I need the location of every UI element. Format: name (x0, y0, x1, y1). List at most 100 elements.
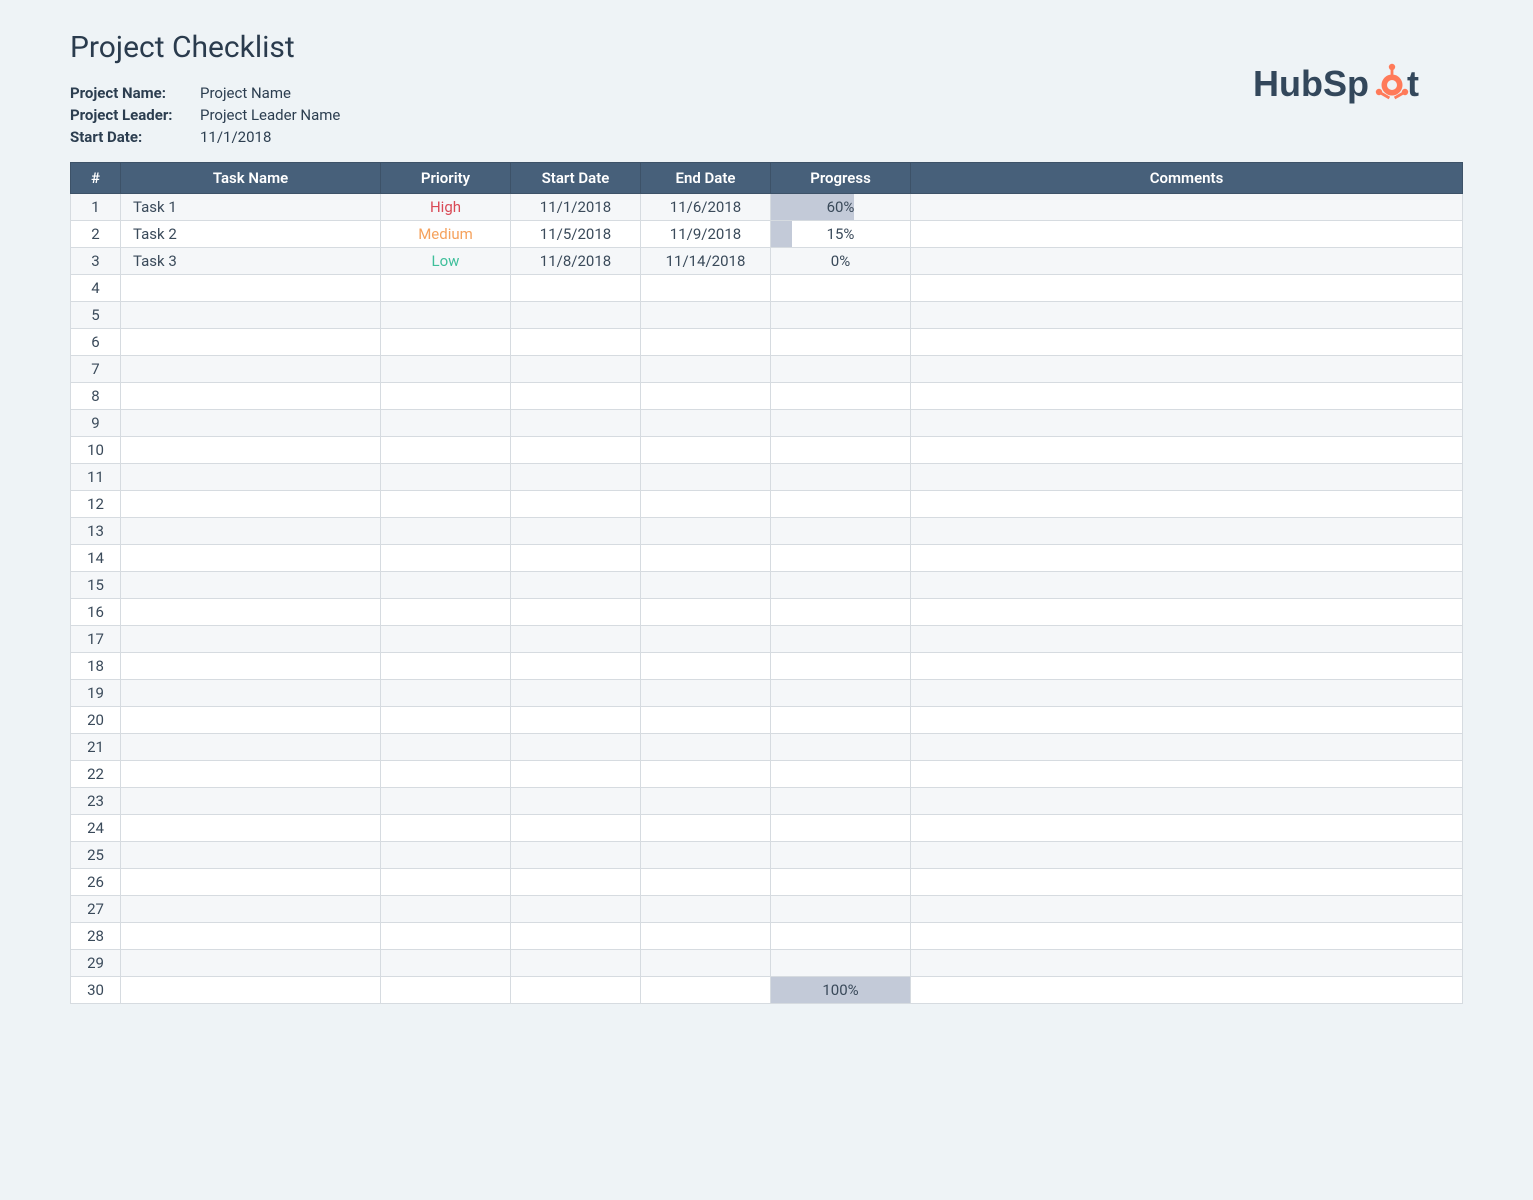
cell-start-date[interactable] (511, 329, 641, 356)
cell-task-name[interactable] (121, 869, 381, 896)
cell-task-name[interactable] (121, 734, 381, 761)
cell-task-name[interactable] (121, 275, 381, 302)
cell-end-date[interactable] (641, 842, 771, 869)
cell-end-date[interactable] (641, 491, 771, 518)
cell-start-date[interactable] (511, 653, 641, 680)
cell-comments[interactable] (911, 626, 1463, 653)
cell-progress[interactable] (771, 842, 911, 869)
cell-priority[interactable]: High (381, 194, 511, 221)
cell-end-date[interactable] (641, 383, 771, 410)
cell-task-name[interactable] (121, 410, 381, 437)
cell-progress[interactable] (771, 896, 911, 923)
cell-progress[interactable] (771, 356, 911, 383)
cell-priority[interactable]: Low (381, 248, 511, 275)
cell-task-name[interactable]: Task 2 (121, 221, 381, 248)
cell-start-date[interactable] (511, 410, 641, 437)
cell-progress[interactable] (771, 680, 911, 707)
cell-progress[interactable] (771, 734, 911, 761)
cell-priority[interactable] (381, 356, 511, 383)
cell-end-date[interactable] (641, 464, 771, 491)
cell-priority[interactable] (381, 896, 511, 923)
cell-progress[interactable] (771, 464, 911, 491)
cell-priority[interactable] (381, 923, 511, 950)
cell-comments[interactable] (911, 518, 1463, 545)
cell-end-date[interactable] (641, 302, 771, 329)
cell-comments[interactable] (911, 248, 1463, 275)
cell-end-date[interactable]: 11/14/2018 (641, 248, 771, 275)
cell-comments[interactable] (911, 788, 1463, 815)
cell-priority[interactable] (381, 734, 511, 761)
cell-start-date[interactable] (511, 923, 641, 950)
cell-start-date[interactable] (511, 761, 641, 788)
cell-task-name[interactable] (121, 599, 381, 626)
cell-priority[interactable] (381, 329, 511, 356)
cell-comments[interactable] (911, 896, 1463, 923)
cell-comments[interactable] (911, 923, 1463, 950)
cell-priority[interactable] (381, 653, 511, 680)
cell-start-date[interactable] (511, 842, 641, 869)
cell-priority[interactable] (381, 707, 511, 734)
cell-end-date[interactable] (641, 923, 771, 950)
cell-progress[interactable] (771, 275, 911, 302)
cell-progress[interactable] (771, 626, 911, 653)
cell-task-name[interactable] (121, 977, 381, 1004)
cell-task-name[interactable] (121, 842, 381, 869)
cell-priority[interactable] (381, 761, 511, 788)
cell-priority[interactable] (381, 437, 511, 464)
cell-progress[interactable] (771, 599, 911, 626)
cell-task-name[interactable] (121, 329, 381, 356)
cell-start-date[interactable] (511, 383, 641, 410)
cell-comments[interactable] (911, 707, 1463, 734)
cell-start-date[interactable] (511, 950, 641, 977)
cell-task-name[interactable] (121, 518, 381, 545)
cell-start-date[interactable] (511, 869, 641, 896)
cell-start-date[interactable] (511, 437, 641, 464)
cell-start-date[interactable] (511, 302, 641, 329)
cell-end-date[interactable] (641, 275, 771, 302)
cell-end-date[interactable] (641, 869, 771, 896)
cell-comments[interactable] (911, 572, 1463, 599)
cell-progress[interactable] (771, 329, 911, 356)
cell-comments[interactable] (911, 221, 1463, 248)
cell-task-name[interactable] (121, 761, 381, 788)
cell-progress[interactable] (771, 815, 911, 842)
cell-start-date[interactable] (511, 977, 641, 1004)
cell-comments[interactable] (911, 356, 1463, 383)
cell-end-date[interactable] (641, 896, 771, 923)
cell-start-date[interactable]: 11/1/2018 (511, 194, 641, 221)
cell-start-date[interactable] (511, 518, 641, 545)
cell-start-date[interactable] (511, 275, 641, 302)
cell-end-date[interactable] (641, 545, 771, 572)
cell-task-name[interactable] (121, 950, 381, 977)
cell-end-date[interactable] (641, 572, 771, 599)
cell-start-date[interactable] (511, 626, 641, 653)
cell-comments[interactable] (911, 680, 1463, 707)
cell-comments[interactable] (911, 329, 1463, 356)
cell-start-date[interactable] (511, 788, 641, 815)
cell-task-name[interactable]: Task 3 (121, 248, 381, 275)
cell-task-name[interactable]: Task 1 (121, 194, 381, 221)
cell-progress[interactable] (771, 518, 911, 545)
cell-progress[interactable] (771, 572, 911, 599)
cell-start-date[interactable]: 11/8/2018 (511, 248, 641, 275)
cell-end-date[interactable] (641, 518, 771, 545)
cell-end-date[interactable] (641, 599, 771, 626)
cell-start-date[interactable] (511, 356, 641, 383)
cell-task-name[interactable] (121, 626, 381, 653)
cell-start-date[interactable] (511, 707, 641, 734)
cell-progress[interactable] (771, 653, 911, 680)
cell-priority[interactable] (381, 545, 511, 572)
cell-end-date[interactable] (641, 626, 771, 653)
cell-priority[interactable] (381, 842, 511, 869)
cell-priority[interactable] (381, 869, 511, 896)
cell-task-name[interactable] (121, 923, 381, 950)
cell-priority[interactable] (381, 383, 511, 410)
cell-progress[interactable] (771, 437, 911, 464)
cell-priority[interactable] (381, 599, 511, 626)
cell-priority[interactable] (381, 464, 511, 491)
cell-end-date[interactable] (641, 950, 771, 977)
cell-end-date[interactable] (641, 653, 771, 680)
cell-end-date[interactable] (641, 788, 771, 815)
cell-progress[interactable] (771, 302, 911, 329)
cell-end-date[interactable] (641, 356, 771, 383)
